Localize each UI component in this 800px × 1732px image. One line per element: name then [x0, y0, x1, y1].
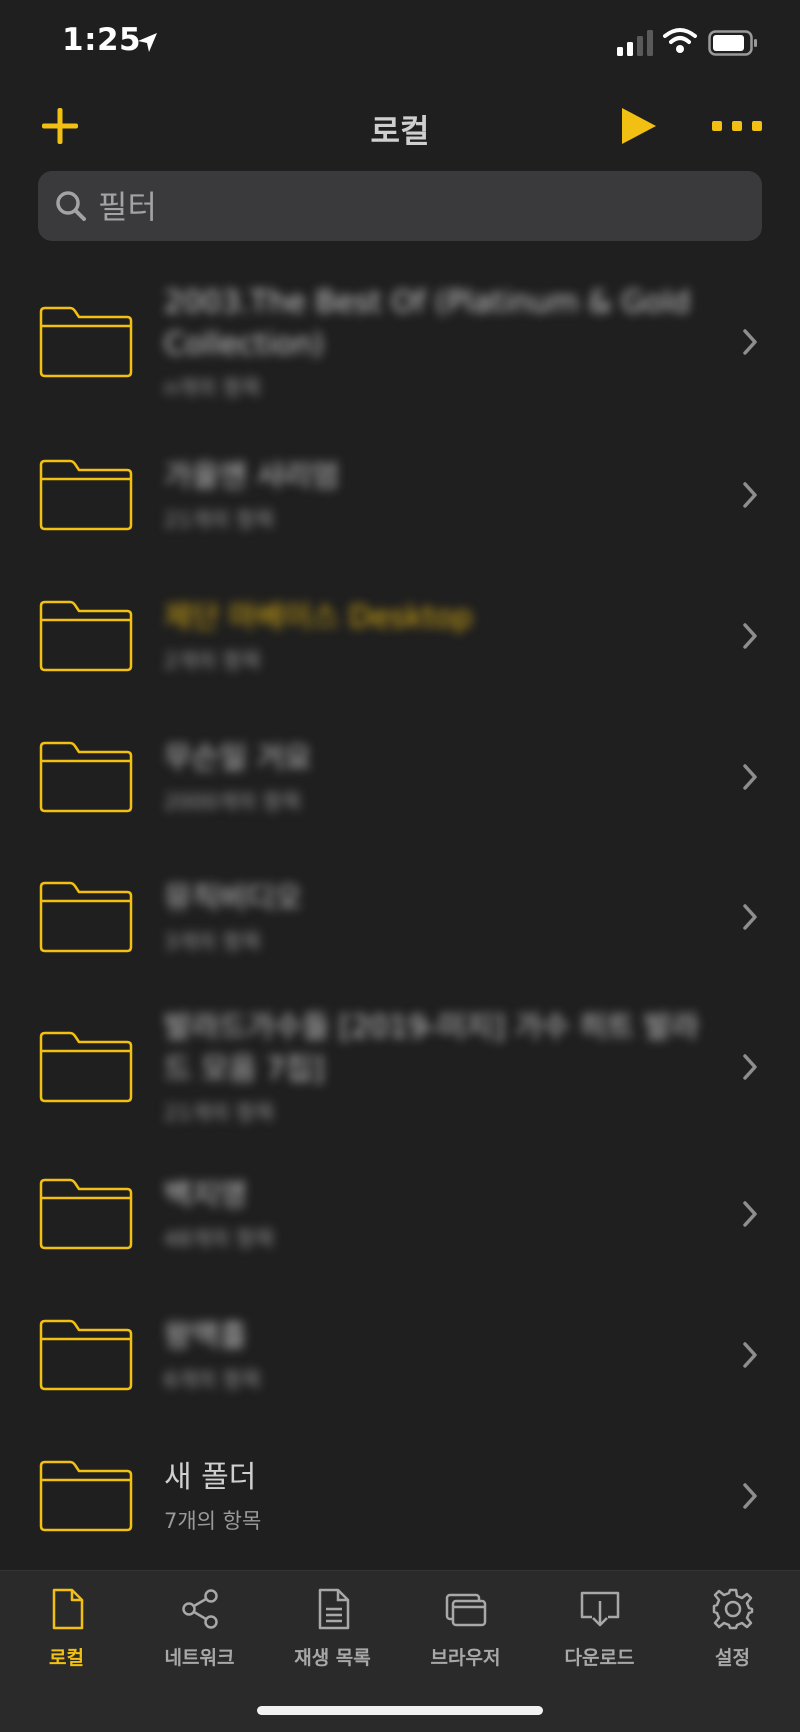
- folder-icon: [39, 306, 133, 378]
- folder-text: 백지영 48개의 항목: [164, 1175, 704, 1253]
- folder-text: 왕맥흘 6개의 항목: [164, 1316, 704, 1394]
- browser-icon: [445, 1593, 486, 1627]
- status-bar: 1:25: [0, 0, 800, 88]
- folder-name: 무슨일 거요: [164, 741, 312, 776]
- battery-icon: [708, 30, 757, 56]
- navigation-bar: 로컬: [0, 96, 800, 156]
- folder-icon: [39, 741, 133, 813]
- folder-icon: [39, 1319, 133, 1391]
- folder-icon: [39, 881, 133, 953]
- folder-row[interactable]: 발라드가수들 [2019-미지] 가수 히트 발라드 모음 7집] 21개의 항…: [0, 992, 800, 1142]
- status-time: 1:25: [62, 22, 142, 58]
- tab-playlist[interactable]: 재생 목록: [266, 1571, 399, 1681]
- download-icon: [580, 1591, 619, 1627]
- folder-name: 제단 마베이스 Desktop: [164, 600, 473, 635]
- folder-item-count: 2개의 항목: [164, 649, 262, 673]
- folder-name: 왕맥흘: [164, 1319, 247, 1354]
- chevron-right-icon: [743, 482, 757, 508]
- folder-item-count: 7개의 항목: [164, 1509, 262, 1533]
- page-title: 로컬: [370, 112, 430, 150]
- folder-row[interactable]: 무슨일 거요 2000개의 항목: [0, 707, 800, 847]
- folder-row[interactable]: 뮤직비디오 3개의 항목: [0, 847, 800, 987]
- chevron-right-icon: [743, 623, 757, 649]
- playlist-icon: [318, 1588, 349, 1630]
- folder-text: 발라드가수들 [2019-미지] 가수 히트 발라드 모음 7집] 21개의 항…: [164, 1007, 704, 1127]
- folder-name: 2003.The Best Of (Platinum & Gold Collec…: [164, 285, 691, 362]
- folder-name: 발라드가수들 [2019-미지] 가수 히트 발라드 모음 7집]: [164, 1010, 700, 1087]
- wifi-icon: [663, 28, 697, 53]
- folder-text: 제단 마베이스 Desktop 2개의 항목: [164, 597, 704, 675]
- tab-label: 네트워크: [164, 1647, 235, 1669]
- tab-label: 로컬: [49, 1647, 84, 1669]
- folder-text: 무슨일 거요 2000개의 항목: [164, 738, 704, 816]
- tab-label: 설정: [715, 1647, 750, 1669]
- folder-text: 뮤직비디오 3개의 항목: [164, 878, 704, 956]
- chevron-right-icon: [743, 904, 757, 930]
- folder-icon: [39, 1178, 133, 1250]
- folder-text: 2003.The Best Of (Platinum & Gold Collec…: [164, 282, 704, 402]
- folder-text: 새 폴더 7개의 항목: [164, 1457, 704, 1535]
- tab-label: 다운로드: [564, 1647, 635, 1669]
- tab-settings[interactable]: 설정: [666, 1571, 799, 1681]
- more-button[interactable]: [708, 116, 766, 136]
- chevron-right-icon: [743, 1483, 757, 1509]
- folder-row[interactable]: 백지영 48개의 항목: [0, 1144, 800, 1284]
- document-icon: [52, 1588, 83, 1630]
- folder-item-count: 21개의 항목: [164, 1101, 275, 1125]
- play-button[interactable]: [616, 104, 660, 148]
- chevron-right-icon: [743, 1054, 757, 1080]
- chevron-right-icon: [743, 1201, 757, 1227]
- chevron-right-icon: [743, 764, 757, 790]
- folder-name: 백지영: [164, 1178, 247, 1213]
- folder-item-count: 6개의 항목: [164, 1368, 262, 1392]
- tab-browser[interactable]: 브라우저: [399, 1571, 532, 1681]
- tab-local[interactable]: 로컬: [0, 1571, 133, 1681]
- folder-name: 가을엔 샤리엄: [164, 459, 340, 494]
- folder-row[interactable]: 왕맥흘 6개의 항목: [0, 1285, 800, 1425]
- folder-item-count: 3개의 항목: [164, 930, 262, 954]
- folder-row[interactable]: 2003.The Best Of (Platinum & Gold Collec…: [0, 267, 800, 417]
- search-input[interactable]: [96, 171, 740, 243]
- folder-icon: [39, 600, 133, 672]
- signal-icon: [617, 30, 653, 56]
- folder-icon: [39, 459, 133, 531]
- tab-label: 재생 목록: [294, 1647, 371, 1669]
- folder-icon: [39, 1460, 133, 1532]
- folder-name: 뮤직비디오: [164, 881, 302, 916]
- folder-item-count: 21개의 항목: [164, 508, 275, 532]
- folder-item-count: 2000개의 항목: [164, 790, 302, 814]
- tab-network[interactable]: 네트워크: [133, 1571, 266, 1681]
- location-arrow-icon: [138, 33, 157, 52]
- tab-download[interactable]: 다운로드: [533, 1571, 666, 1681]
- folder-icon: [39, 1031, 133, 1103]
- folder-row[interactable]: 제단 마베이스 Desktop 2개의 항목: [0, 566, 800, 706]
- chevron-right-icon: [743, 1342, 757, 1368]
- folder-item-count: 48개의 항목: [164, 1227, 275, 1251]
- gear-icon: [712, 1588, 753, 1630]
- folder-row[interactable]: 가을엔 샤리엄 21개의 항목: [0, 425, 800, 565]
- tab-label: 브라우저: [430, 1647, 501, 1669]
- folder-item-count: n개의 항목: [164, 376, 262, 400]
- folder-row[interactable]: 새 폴더 7개의 항목: [0, 1426, 800, 1566]
- home-indicator[interactable]: [257, 1706, 543, 1715]
- search-icon: [56, 191, 86, 221]
- folder-text: 가을엔 샤리엄 21개의 항목: [164, 456, 704, 534]
- chevron-right-icon: [743, 329, 757, 355]
- share-icon: [181, 1589, 218, 1629]
- folder-name: 새 폴더: [164, 1460, 257, 1495]
- search-bar[interactable]: [38, 171, 762, 243]
